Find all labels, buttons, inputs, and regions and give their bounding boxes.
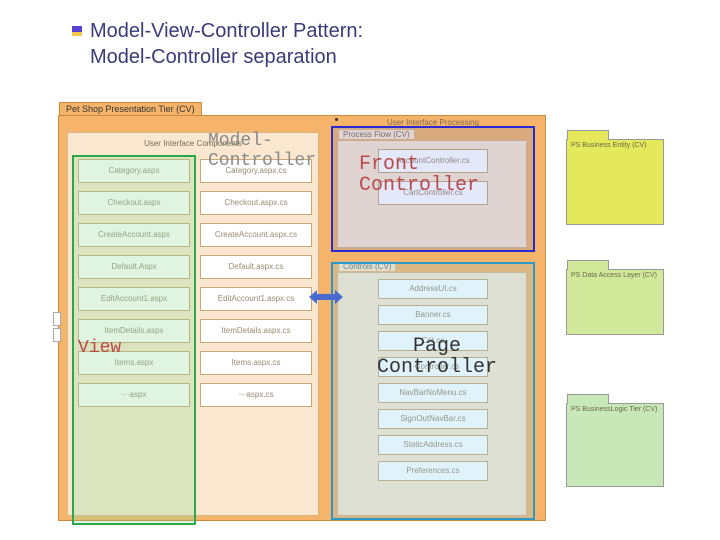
controls-label: Controls (CV) xyxy=(338,261,396,271)
file-box: Preferences.cs xyxy=(378,461,488,481)
file-box: AddressUI.cs xyxy=(378,279,488,299)
file-box: CreateAccount.aspx xyxy=(78,223,190,247)
ui-components-label: User Interface Components xyxy=(68,139,318,148)
file-box: ···Controller.cs xyxy=(378,357,488,377)
diagram-canvas: Pet Shop Presentation Tier (CV) User Int… xyxy=(58,115,668,523)
file-box: ItemDetails.aspx xyxy=(78,319,190,343)
file-box: Category.aspx.cs xyxy=(200,159,312,183)
ui-processing-label: User Interface Processing xyxy=(333,118,533,127)
process-flow-label: Process Flow (CV) xyxy=(338,129,415,139)
aspx-column: Category.aspx Checkout.aspx CreateAccoun… xyxy=(78,159,190,407)
controls-items: AddressUI.cs Banner.cs Crit.cs ···Contro… xyxy=(378,279,488,481)
presentation-tier-package: Pet Shop Presentation Tier (CV) User Int… xyxy=(58,115,546,521)
file-box: Items.aspx.cs xyxy=(200,351,312,375)
file-box: ···aspx.cs xyxy=(200,383,312,407)
file-box: Category.aspx xyxy=(78,159,190,183)
title-line-1: Model-View-Controller Pattern: xyxy=(90,18,363,44)
file-box: Banner.cs xyxy=(378,305,488,325)
file-box: Default.Aspx xyxy=(78,255,190,279)
port-icon xyxy=(53,328,61,342)
data-access-package: PS Data Access Layer (CV) xyxy=(566,269,664,335)
ui-components-package: User Interface Components Category.aspx … xyxy=(67,132,319,516)
package-tab-icon xyxy=(567,394,609,404)
port-icon xyxy=(53,312,61,326)
file-box: Items.aspx xyxy=(78,351,190,375)
slide-title: Model-View-Controller Pattern: Model-Con… xyxy=(90,18,363,70)
business-logic-label: PS BusinessLogic Tier (CV) xyxy=(571,406,657,413)
business-entity-label: PS Business Entity (CV) xyxy=(571,142,646,149)
file-box: NavBarNoMenu.cs xyxy=(378,383,488,403)
file-box: EditAccount1.aspx.cs xyxy=(200,287,312,311)
file-box: StaticAddress.cs xyxy=(378,435,488,455)
business-entity-package: PS Business Entity (CV) xyxy=(566,139,664,225)
package-tab-icon xyxy=(567,260,609,270)
business-logic-package: PS BusinessLogic Tier (CV) xyxy=(566,403,664,487)
file-box: Crit.cs xyxy=(378,331,488,351)
data-access-label: PS Data Access Layer (CV) xyxy=(571,272,657,279)
file-box: SignOutNavBar.cs xyxy=(378,409,488,429)
file-box: Checkout.aspx xyxy=(78,191,190,215)
title-line-2: Model-Controller separation xyxy=(90,44,363,70)
file-box: Default.aspx.cs xyxy=(200,255,312,279)
process-flow-items: AccountController.cs CartController.cs xyxy=(378,149,488,205)
title-bullet-icon xyxy=(72,26,82,36)
file-box: CartController.cs xyxy=(378,181,488,205)
presentation-tier-label: Pet Shop Presentation Tier (CV) xyxy=(59,102,202,115)
file-box: Checkout.aspx.cs xyxy=(200,191,312,215)
file-box: CreateAccount.aspx.cs xyxy=(200,223,312,247)
file-box: AccountController.cs xyxy=(378,149,488,173)
file-box: ···aspx xyxy=(78,383,190,407)
package-tab-icon xyxy=(567,130,609,140)
codebehind-column: Category.aspx.cs Checkout.aspx.cs Create… xyxy=(200,159,312,407)
file-box: EditAccount1.aspx xyxy=(78,287,190,311)
file-box: ItemDetails.aspx.cs xyxy=(200,319,312,343)
process-flow-package: Process Flow (CV) AccountController.cs C… xyxy=(337,140,527,248)
controls-package: Controls (CV) AddressUI.cs Banner.cs Cri… xyxy=(337,272,527,516)
